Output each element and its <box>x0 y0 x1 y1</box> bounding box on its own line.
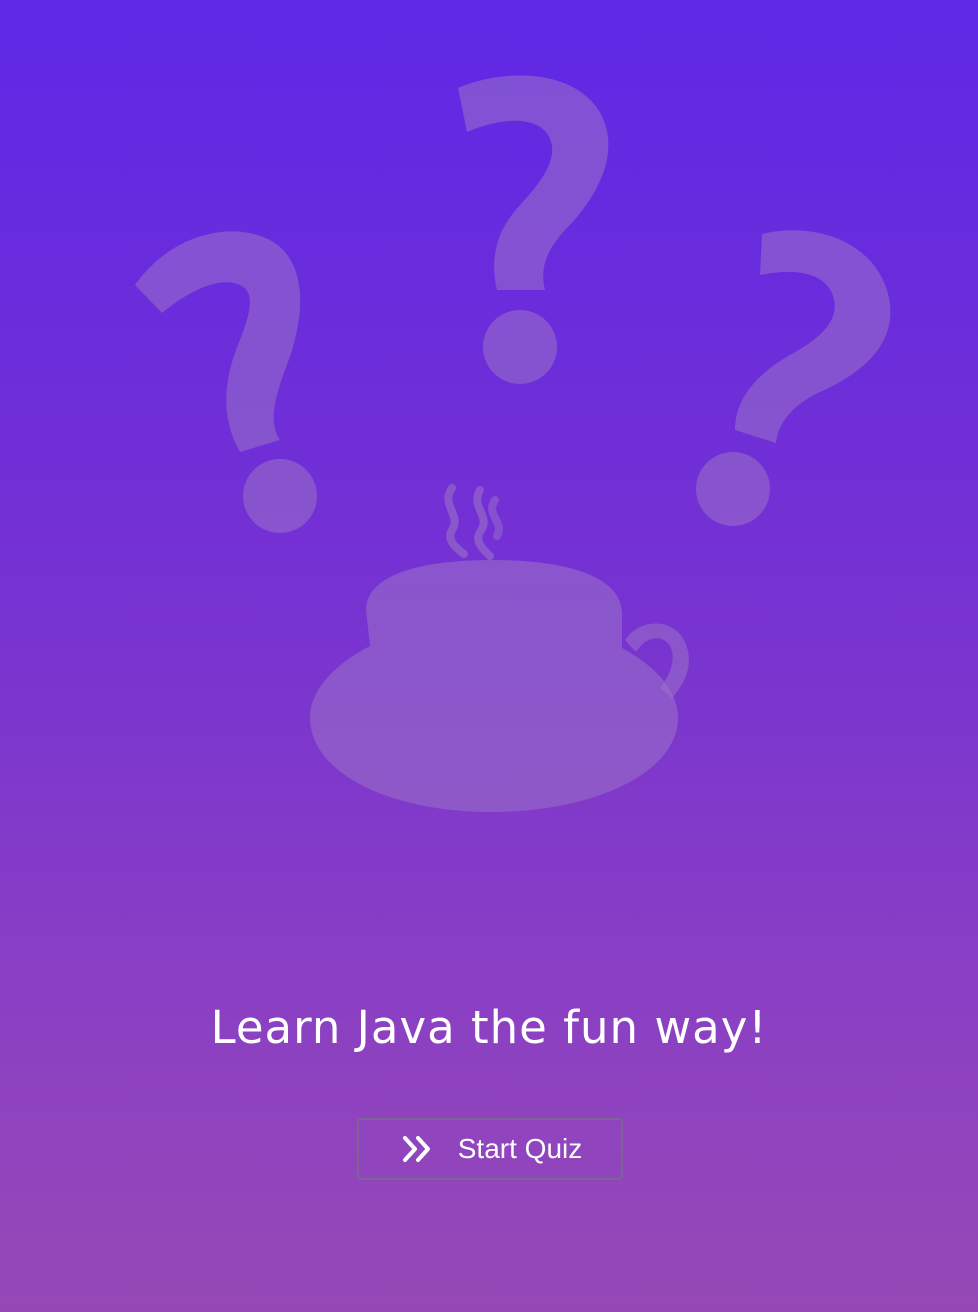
start-quiz-button[interactable]: Start Quiz <box>357 1118 623 1180</box>
double-chevron-right-icon <box>402 1135 434 1163</box>
question-mark-icon <box>458 75 609 384</box>
question-mark-icon <box>696 230 891 526</box>
hero-illustration <box>0 0 978 860</box>
tagline: Learn Java the fun way! <box>210 1001 768 1054</box>
coffee-cup-icon <box>310 484 689 812</box>
start-quiz-label: Start Quiz <box>457 1133 583 1164</box>
question-mark-icon <box>135 231 317 533</box>
